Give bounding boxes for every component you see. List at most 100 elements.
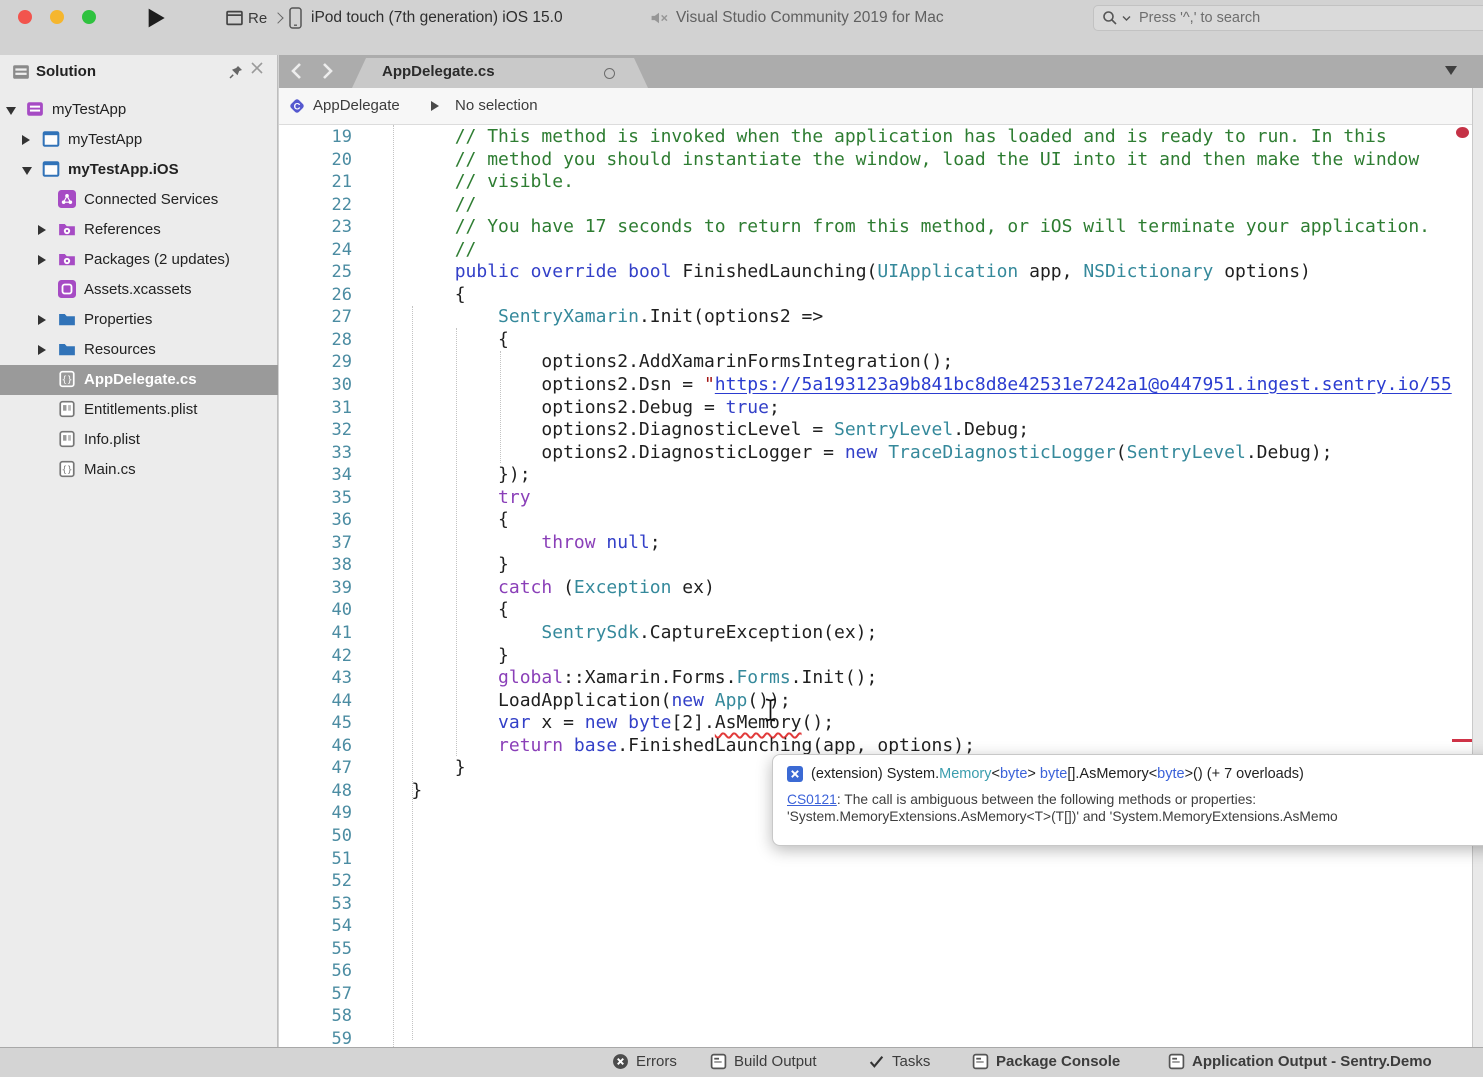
zoom-window-button[interactable] <box>82 10 96 24</box>
line-number-gutter[interactable]: 1920212223242526272829303132333435363738… <box>300 126 352 1047</box>
code-line-57[interactable] <box>368 983 1452 1006</box>
code-line-44[interactable]: LoadApplication(new App()); <box>368 690 1452 713</box>
tree-item-resources[interactable]: Resources <box>0 335 278 365</box>
code-line-38[interactable]: } <box>368 554 1452 577</box>
code-line-31[interactable]: options2.Debug = true; <box>368 397 1452 420</box>
line-number[interactable]: 28 <box>300 329 352 352</box>
code-line-45[interactable]: var x = new byte[2].AsMemory(); <box>368 712 1452 735</box>
pad-button-application-output-sentry-demo[interactable]: Application Output - Sentry.Demo <box>1168 1053 1432 1070</box>
line-number[interactable]: 43 <box>300 667 352 690</box>
code-line-41[interactable]: SentrySdk.CaptureException(ex); <box>368 622 1452 645</box>
code-line-25[interactable]: public override bool FinishedLaunching(U… <box>368 261 1452 284</box>
line-number[interactable]: 52 <box>300 870 352 893</box>
error-code-link[interactable]: CS0121 <box>787 792 837 807</box>
minimize-window-button[interactable] <box>50 10 64 24</box>
line-number[interactable]: 35 <box>300 487 352 510</box>
device-selector[interactable]: iPod touch (7th generation) iOS 15.0 <box>289 7 563 29</box>
code-line-28[interactable]: { <box>368 329 1452 352</box>
pad-button-errors[interactable]: Errors <box>612 1053 677 1070</box>
code-line-42[interactable]: } <box>368 645 1452 668</box>
code-line-22[interactable]: // <box>368 194 1452 217</box>
tree-item-appdelegate-cs[interactable]: {}AppDelegate.cs <box>0 365 278 395</box>
line-number[interactable]: 33 <box>300 442 352 465</box>
line-number[interactable]: 27 <box>300 306 352 329</box>
tree-item-entitlements-plist[interactable]: Entitlements.plist <box>0 395 278 425</box>
line-number[interactable]: 25 <box>300 261 352 284</box>
line-number[interactable]: 30 <box>300 374 352 397</box>
line-number[interactable]: 53 <box>300 893 352 916</box>
navigate-back-button[interactable] <box>287 60 309 82</box>
line-number[interactable]: 49 <box>300 802 352 825</box>
line-number[interactable]: 36 <box>300 509 352 532</box>
code-line-40[interactable]: { <box>368 599 1452 622</box>
code-line-55[interactable] <box>368 938 1452 961</box>
code-line-54[interactable] <box>368 915 1452 938</box>
pad-button-tasks[interactable]: Tasks <box>868 1053 930 1070</box>
line-number[interactable]: 26 <box>300 284 352 307</box>
line-number[interactable]: 23 <box>300 216 352 239</box>
disclosure-collapsed-icon[interactable] <box>38 225 46 235</box>
line-number[interactable]: 19 <box>300 126 352 149</box>
code-line-56[interactable] <box>368 960 1452 983</box>
line-number[interactable]: 22 <box>300 194 352 217</box>
line-number[interactable]: 29 <box>300 351 352 374</box>
line-number[interactable]: 41 <box>300 622 352 645</box>
pad-button-package-console[interactable]: Package Console <box>972 1053 1120 1070</box>
line-number[interactable]: 46 <box>300 735 352 758</box>
line-number[interactable]: 54 <box>300 915 352 938</box>
code-line-19[interactable]: // This method is invoked when the appli… <box>368 126 1452 149</box>
code-line-52[interactable] <box>368 870 1452 893</box>
tree-item-packages-2-updates-[interactable]: Packages (2 updates) <box>0 245 278 275</box>
code-line-20[interactable]: // method you should instantiate the win… <box>368 149 1452 172</box>
line-number[interactable]: 20 <box>300 149 352 172</box>
line-number[interactable]: 24 <box>300 239 352 262</box>
line-number[interactable]: 37 <box>300 532 352 555</box>
code-line-24[interactable]: // <box>368 239 1452 262</box>
run-button[interactable] <box>144 6 168 30</box>
disclosure-collapsed-icon[interactable] <box>38 255 46 265</box>
close-pad-button[interactable] <box>250 61 268 79</box>
code-line-51[interactable] <box>368 848 1452 871</box>
code-line-23[interactable]: // You have 17 seconds to return from th… <box>368 216 1452 239</box>
line-number[interactable]: 58 <box>300 1005 352 1028</box>
code-line-36[interactable]: { <box>368 509 1452 532</box>
code-line-35[interactable]: try <box>368 487 1452 510</box>
line-number[interactable]: 51 <box>300 848 352 871</box>
line-number[interactable]: 57 <box>300 983 352 1006</box>
tab-list-dropdown-icon[interactable] <box>1445 66 1457 75</box>
code-line-37[interactable]: throw null; <box>368 532 1452 555</box>
code-line-27[interactable]: SentryXamarin.Init(options2 => <box>368 306 1452 329</box>
breadcrumb-member[interactable]: No selection <box>455 97 538 114</box>
line-number[interactable]: 32 <box>300 419 352 442</box>
tree-item-mytestapp-ios[interactable]: myTestApp.iOS <box>0 155 278 185</box>
disclosure-collapsed-icon[interactable] <box>38 345 46 355</box>
line-number[interactable]: 34 <box>300 464 352 487</box>
line-number[interactable]: 39 <box>300 577 352 600</box>
code-line-39[interactable]: catch (Exception ex) <box>368 577 1452 600</box>
code-line-26[interactable]: { <box>368 284 1452 307</box>
code-text[interactable]: // This method is invoked when the appli… <box>368 126 1452 1047</box>
disclosure-collapsed-icon[interactable] <box>22 135 30 145</box>
tree-item-properties[interactable]: Properties <box>0 305 278 335</box>
close-window-button[interactable] <box>18 10 32 24</box>
tree-item-mytestapp[interactable]: myTestApp <box>0 95 278 125</box>
code-line-58[interactable] <box>368 1005 1452 1028</box>
line-number[interactable]: 31 <box>300 397 352 420</box>
breadcrumb-type[interactable]: AppDelegate <box>313 97 400 114</box>
tree-item-assets-xcassets[interactable]: Assets.xcassets <box>0 275 278 305</box>
disclosure-collapsed-icon[interactable] <box>38 315 46 325</box>
line-number[interactable]: 48 <box>300 780 352 803</box>
code-line-34[interactable]: }); <box>368 464 1452 487</box>
line-number[interactable]: 42 <box>300 645 352 668</box>
tree-item-connected-services[interactable]: Connected Services <box>0 185 278 215</box>
tree-item-main-cs[interactable]: {}Main.cs <box>0 455 278 485</box>
code-line-30[interactable]: options2.Dsn = "https://5a193123a9b841bc… <box>368 374 1452 397</box>
tab-appdelegate[interactable]: AppDelegate.cs <box>352 58 648 88</box>
code-line-53[interactable] <box>368 893 1452 916</box>
line-number[interactable]: 59 <box>300 1028 352 1047</box>
editor-scrollbar[interactable] <box>1472 88 1483 1047</box>
line-number[interactable]: 56 <box>300 960 352 983</box>
tree-item-info-plist[interactable]: Info.plist <box>0 425 278 455</box>
code-line-43[interactable]: global::Xamarin.Forms.Forms.Init(); <box>368 667 1452 690</box>
code-line-32[interactable]: options2.DiagnosticLevel = SentryLevel.D… <box>368 419 1452 442</box>
